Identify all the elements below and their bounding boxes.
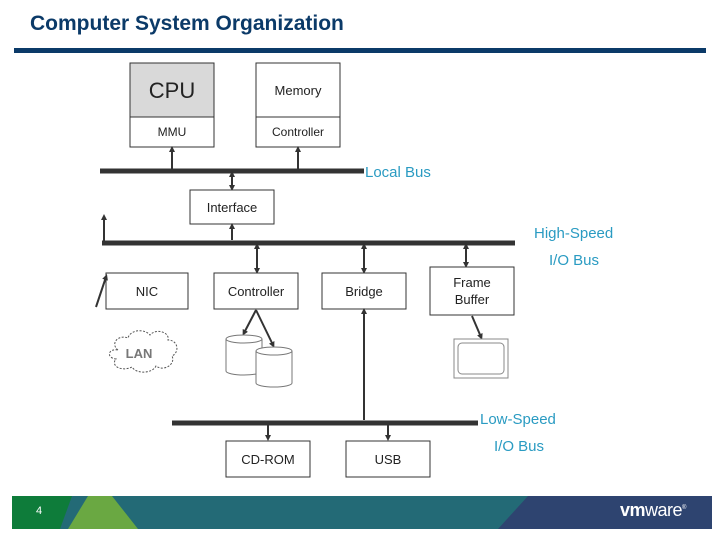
memory-box: Memory Controller bbox=[255, 62, 341, 148]
high-speed-bus-label-line1: High-Speed bbox=[534, 225, 613, 242]
frame-buffer-box: Frame Buffer bbox=[429, 266, 515, 316]
nic-lan-connector bbox=[95, 274, 108, 308]
nic-label: NIC bbox=[136, 284, 158, 299]
usb-box: USB bbox=[345, 440, 431, 478]
cpu-box: CPU MMU bbox=[129, 62, 215, 148]
low-speed-bus-label-line1: Low-Speed bbox=[480, 411, 556, 428]
disk-controller-box: Controller bbox=[213, 272, 299, 310]
bridge-box: Bridge bbox=[321, 272, 407, 310]
lan-label: LAN bbox=[126, 346, 153, 361]
high-speed-bus-label-line2: I/O Bus bbox=[549, 252, 599, 269]
disk-controller-label: Controller bbox=[228, 284, 285, 299]
mmu-label: MMU bbox=[158, 125, 187, 139]
system-diagram: CPU MMU Memory Controller Local Bus Inte… bbox=[95, 62, 613, 478]
memory-controller-label: Controller bbox=[272, 125, 324, 139]
nic-box: NIC bbox=[105, 272, 189, 310]
monitor-connector bbox=[471, 315, 483, 340]
page-number: 4 bbox=[36, 505, 43, 517]
cpu-label: CPU bbox=[149, 78, 195, 103]
vmware-logo: vmware® bbox=[620, 500, 686, 520]
disk1-connector bbox=[242, 309, 257, 336]
footer-bar bbox=[12, 496, 712, 529]
cdrom-box: CD-ROM bbox=[225, 440, 311, 478]
low-speed-bus-label-line2: I/O Bus bbox=[494, 438, 544, 455]
frame-buffer-label-line2: Buffer bbox=[455, 292, 490, 307]
monitor-icon bbox=[453, 338, 509, 379]
interface-label: Interface bbox=[207, 200, 258, 215]
disk-icon bbox=[255, 346, 293, 388]
memory-label: Memory bbox=[275, 83, 322, 98]
local-bus-label: Local Bus bbox=[365, 164, 431, 181]
frame-buffer-label-line1: Frame bbox=[453, 275, 491, 290]
bridge-label: Bridge bbox=[345, 284, 383, 299]
usb-label: USB bbox=[375, 452, 402, 467]
cdrom-label: CD-ROM bbox=[241, 452, 294, 467]
interface-box: Interface bbox=[189, 189, 275, 225]
lan-cloud-icon: LAN bbox=[109, 330, 178, 373]
